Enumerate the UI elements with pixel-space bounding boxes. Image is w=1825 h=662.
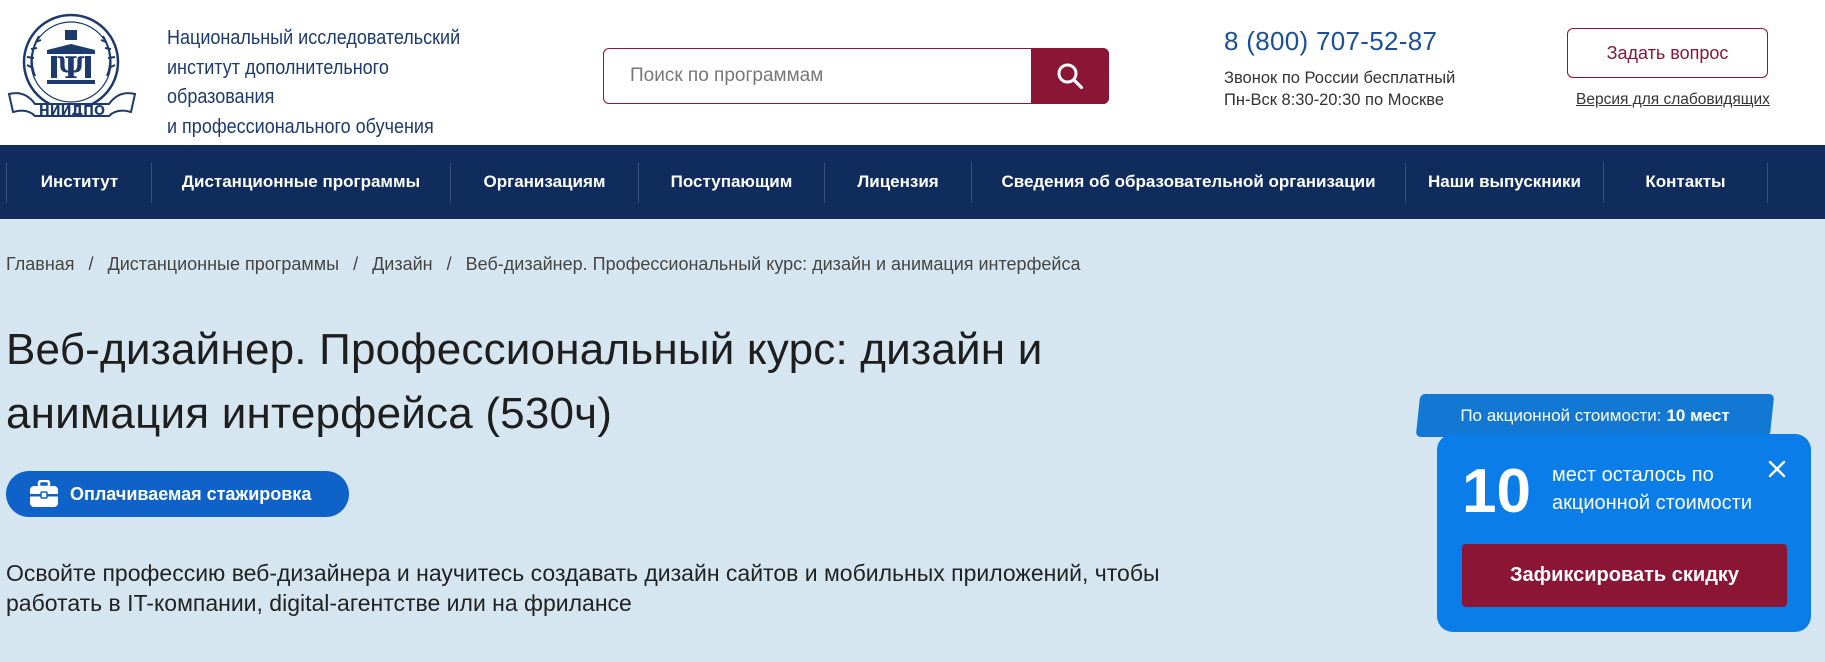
search-box <box>603 48 1109 104</box>
description-line: работать в IT-компании, digital-агентств… <box>6 590 632 616</box>
low-vision-link[interactable]: Версия для слабовидящих <box>1576 91 1770 109</box>
breadcrumb-separator: / <box>88 254 94 274</box>
promo-text: мест осталось по акционной стоимости <box>1552 461 1782 517</box>
close-icon <box>1768 460 1786 478</box>
promo-text-line: акционной стоимости <box>1552 492 1752 514</box>
breadcrumb-separator: / <box>446 254 452 274</box>
internship-label: Оплачиваемая стажировка <box>70 483 312 504</box>
nav-divider <box>1767 163 1768 203</box>
org-name-line: Национальный исследовательский <box>167 27 461 49</box>
promo-tag: По акционной стоимости: 10 мест <box>1418 394 1772 437</box>
paid-internship-badge[interactable]: Оплачиваемая стажировка <box>6 471 349 517</box>
org-name-line: и профессионального обучения <box>167 115 434 138</box>
institute-emblem-icon: Ψ НИИДПО <box>7 13 137 119</box>
breadcrumb-home[interactable]: Главная <box>6 254 75 274</box>
phone-note-line: Звонок по России бесплатный <box>1224 69 1456 87</box>
logo-text: НИИДПО <box>39 104 105 119</box>
promo-text-line: мест осталось по <box>1552 464 1714 486</box>
ask-question-button[interactable]: Задать вопрос <box>1567 28 1768 78</box>
nav-item-graduates[interactable]: Наши выпускники <box>1406 145 1603 219</box>
institute-logo[interactable]: Ψ НИИДПО <box>5 12 139 124</box>
nav-item-org-info[interactable]: Сведения об образовательной организации <box>972 145 1405 219</box>
nav-item-organizations[interactable]: Организациям <box>451 145 638 219</box>
search-button[interactable] <box>1031 48 1109 104</box>
description-line: Освойте профессию веб-дизайнера и научит… <box>6 560 1160 586</box>
site-header: Ψ НИИДПО Национальный исследовательский … <box>0 0 1825 145</box>
nav-item-distance-programs[interactable]: Дистанционные программы <box>152 145 450 219</box>
breadcrumb-separator: / <box>353 254 359 274</box>
breadcrumb-distance-programs[interactable]: Дистанционные программы <box>108 254 340 274</box>
phone-note-line: Пн-Вск 8:30-20:30 по Москве <box>1224 91 1445 109</box>
lock-discount-button[interactable]: Зафиксировать скидку <box>1462 544 1787 607</box>
course-description: Освойте профессию веб-дизайнера и научит… <box>6 558 1246 618</box>
org-name-line: институт дополнительного образования <box>167 56 389 109</box>
page-title-line: анимация интерфейса (530ч) <box>6 389 613 438</box>
breadcrumb: Главная / Дистанционные программы / Диза… <box>6 254 1080 275</box>
nav-item-applicants[interactable]: Поступающим <box>639 145 824 219</box>
promo-tag-text: По акционной стоимости: <box>1460 405 1662 425</box>
search-input[interactable] <box>605 50 1030 102</box>
nav-item-institute[interactable]: Институт <box>8 145 151 219</box>
nav-item-contacts[interactable]: Контакты <box>1604 145 1767 219</box>
breadcrumb-design[interactable]: Дизайн <box>372 254 433 274</box>
page-title-line: Веб-дизайнер. Профессиональный курс: диз… <box>6 325 1043 374</box>
promo-count: 10 <box>1462 457 1531 526</box>
phone-number[interactable]: 8 (800) 707-52-87 <box>1224 26 1437 57</box>
breadcrumb-current: Веб-дизайнер. Профессиональный курс: диз… <box>465 254 1081 274</box>
briefcase-icon <box>29 480 59 508</box>
search-icon <box>1057 63 1084 90</box>
organization-name[interactable]: Национальный исследовательский институт … <box>167 24 473 142</box>
phone-note: Звонок по России бесплатный Пн-Вск 8:30-… <box>1224 67 1455 111</box>
nav-divider <box>6 163 7 203</box>
nav-item-license[interactable]: Лицензия <box>825 145 971 219</box>
main-navigation: Институт Дистанционные программы Организ… <box>0 145 1825 219</box>
promo-tag-count: 10 мест <box>1666 405 1730 425</box>
page-title: Веб-дизайнер. Профессиональный курс: диз… <box>6 318 1186 446</box>
close-button[interactable] <box>1765 457 1789 481</box>
